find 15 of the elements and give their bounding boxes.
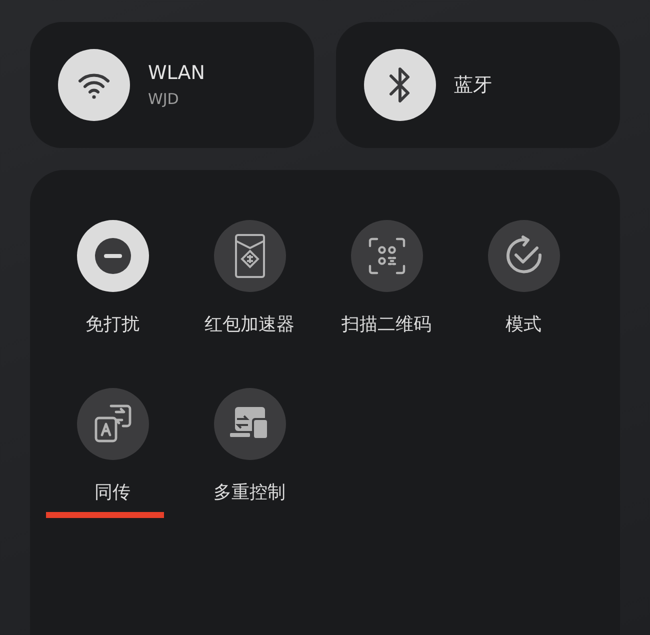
tile-label: 模式 (506, 313, 542, 336)
minus-circle-icon (94, 237, 132, 275)
tile-label: 扫描二维码 (342, 313, 432, 336)
qr-scan-icon (366, 236, 406, 276)
tile-label: 同传 (94, 481, 130, 504)
tile-label: 多重控制 (214, 481, 286, 504)
connection-tile[interactable]: WLAN WJD (30, 22, 314, 148)
bluetooth-icon (388, 65, 412, 105)
tile-subtitle: WJD (148, 90, 180, 108)
tile-label: 红包加速器 (204, 313, 294, 336)
tile-label: 免打扰 (86, 313, 140, 336)
tile-title: 蓝牙 (454, 73, 492, 98)
tile-title: WLAN (148, 62, 206, 84)
connection-tile[interactable]: 蓝牙 (336, 22, 620, 148)
envelope-icon (232, 233, 266, 279)
